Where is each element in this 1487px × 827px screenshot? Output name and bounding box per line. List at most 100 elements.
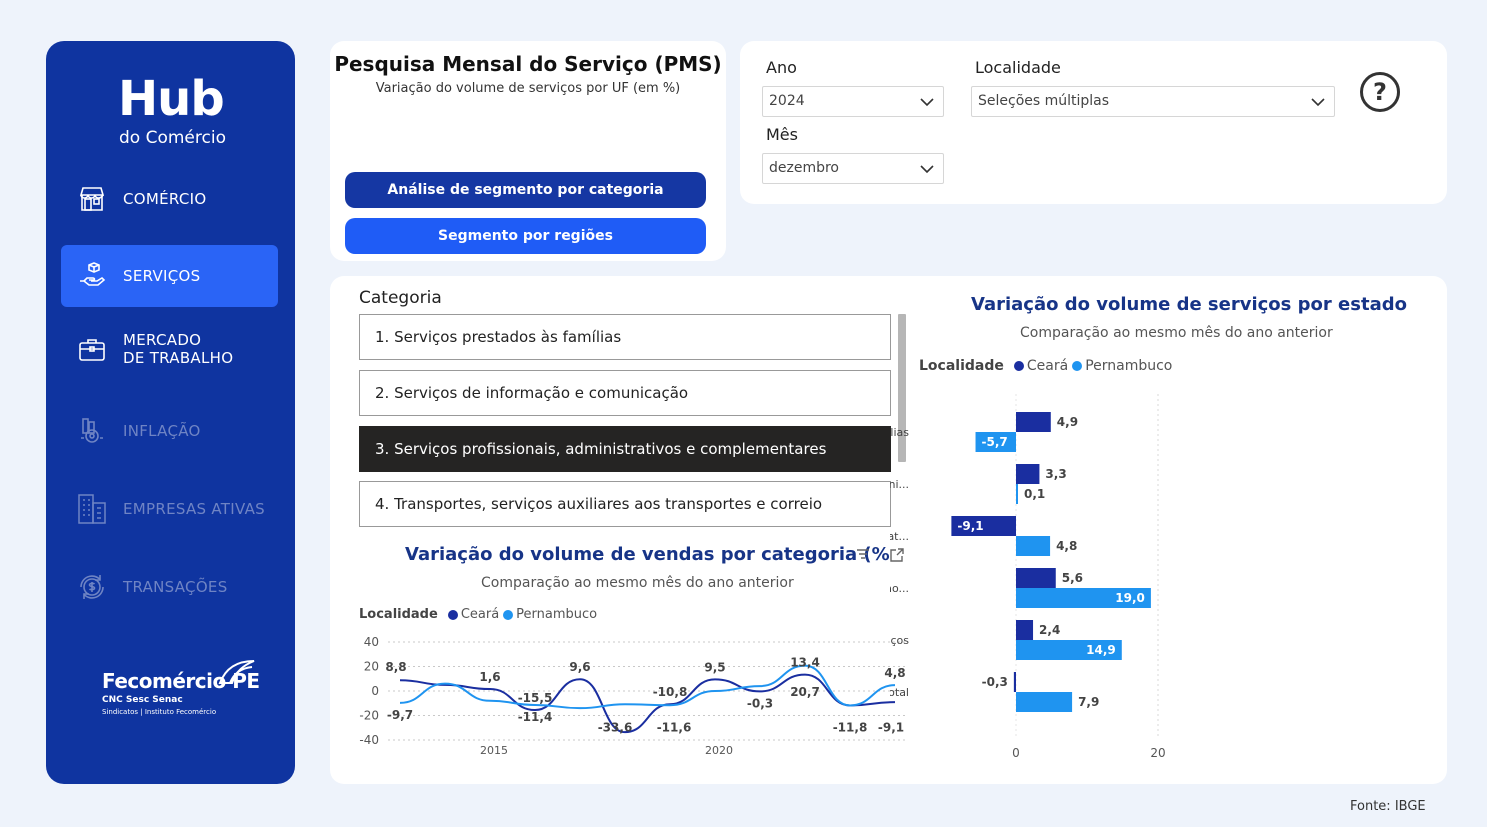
inflation-icon xyxy=(75,414,109,448)
nav-item-transacoes[interactable]: TRANSAÇÕES xyxy=(61,556,278,618)
data-label: 19,0 xyxy=(1115,591,1145,605)
data-label: 20,7 xyxy=(790,685,820,699)
mes-value: dezembro xyxy=(769,160,839,176)
help-icon[interactable]: ? xyxy=(1360,72,1400,112)
bar-ceara[interactable] xyxy=(1013,672,1016,692)
legend-dot-ceara xyxy=(447,609,458,620)
localidade-label: Localidade xyxy=(975,58,1061,77)
nav-label-comercio: COMÉRCIO xyxy=(123,190,207,208)
category-item[interactable]: 1. Serviços prestados às famílias xyxy=(359,314,891,360)
bar-pernambuco[interactable] xyxy=(1016,536,1051,556)
data-label: 7,9 xyxy=(1078,695,1099,709)
x-tick-label: 20 xyxy=(1150,746,1165,760)
category-label: Total xyxy=(890,686,909,699)
chevron-down-icon xyxy=(920,165,934,174)
data-label: -11,4 xyxy=(518,710,553,724)
category-item-selected[interactable]: 3. Serviços profissionais, administrativ… xyxy=(359,426,891,472)
legend-dot-pernambuco xyxy=(503,609,514,620)
logo-sub2-text: Sindicatos | Instituto Fecomércio xyxy=(102,708,217,716)
nav-item-comercio[interactable]: COMÉRCIO xyxy=(61,168,278,230)
y-tick-label: 20 xyxy=(364,660,379,674)
data-label: 4,9 xyxy=(1057,415,1078,429)
bar-pernambuco[interactable] xyxy=(1016,484,1018,504)
legend-pernambuco[interactable]: Pernambuco xyxy=(1085,358,1172,374)
legend-ceara[interactable]: Ceará xyxy=(1027,358,1068,374)
bar-ceara[interactable] xyxy=(1016,412,1051,432)
localidade-select[interactable]: Seleções múltiplas xyxy=(971,86,1335,117)
hub-title: Hub xyxy=(118,71,225,127)
bar-chart-legend: Localidade Ceará Pernambuco xyxy=(919,358,1172,374)
legend-dot-pernambuco xyxy=(1072,361,1083,371)
briefcase-icon xyxy=(75,332,109,366)
data-label: -0,3 xyxy=(747,696,773,710)
hand-box-icon xyxy=(75,259,109,293)
nav-item-servicos[interactable]: SERVIÇOS xyxy=(61,245,278,307)
nav-label-transacoes: TRANSAÇÕES xyxy=(123,578,228,596)
data-label: -10,8 xyxy=(653,685,688,699)
data-label: 8,8 xyxy=(385,660,406,674)
data-label: 9,5 xyxy=(704,660,725,674)
data-label: -9,7 xyxy=(387,708,413,722)
legend-title: Localidade xyxy=(359,607,438,622)
data-label: -9,1 xyxy=(957,519,983,533)
category-label: 3. Serviços profissionais, administrat..… xyxy=(890,530,909,543)
filter-icon[interactable] xyxy=(855,547,871,563)
data-label: -5,7 xyxy=(982,435,1008,449)
y-tick-label: 0 xyxy=(371,684,379,698)
chevron-down-icon xyxy=(920,98,934,107)
filter-card: Ano 2024 Mês dezembro Localidade Seleçõe… xyxy=(740,41,1447,204)
bar-ceara[interactable] xyxy=(1016,568,1056,588)
category-label: 5. Outros serviços xyxy=(890,634,909,647)
bar-ceara[interactable] xyxy=(1016,464,1040,484)
regions-segment-button[interactable]: Segmento por regiões xyxy=(345,218,706,254)
category-label: 4. Transportes, serviços auxiliares ao..… xyxy=(890,582,909,595)
data-label: 2,4 xyxy=(1039,623,1060,637)
nav-item-empresas-ativas[interactable]: EMPRESAS ATIVAS xyxy=(61,478,278,540)
data-label: 14,9 xyxy=(1086,643,1116,657)
series-line-ceara[interactable] xyxy=(399,673,896,734)
y-tick-label: -20 xyxy=(359,709,379,723)
buildings-icon xyxy=(75,492,109,526)
sidebar: Hub do Comércio COMÉRCIO SERVIÇOS MERCAD… xyxy=(46,41,295,784)
page-title: Pesquisa Mensal do Serviço (PMS) xyxy=(334,52,722,76)
fecomercio-logo: Fecomércio PE CNC Sesc Senac Sindicatos … xyxy=(102,660,260,716)
data-label: 0,1 xyxy=(1024,487,1045,501)
mes-label: Mês xyxy=(766,125,798,144)
data-label: -11,6 xyxy=(657,721,692,735)
legend-ceara[interactable]: Ceará xyxy=(461,607,499,622)
line-chart-legend: Localidade Ceará Pernambuco xyxy=(359,607,597,622)
line-chart: 40 20 0 -20 -40 2015 2020 8,8 1,6 -15,5 9,6 -10,8 9,… xyxy=(359,635,905,757)
x-tick-label: 2020 xyxy=(705,744,733,757)
title-card: Pesquisa Mensal do Serviço (PMS) Variaçã… xyxy=(330,41,726,261)
nav-item-mercado-trabalho[interactable]: MERCADO DE TRABALHO xyxy=(61,318,278,380)
legend-pernambuco[interactable]: Pernambuco xyxy=(516,607,597,622)
money-cycle-icon xyxy=(75,570,109,604)
store-icon xyxy=(75,182,109,216)
legend-dot-ceara xyxy=(1013,361,1024,371)
category-item[interactable]: 4. Transportes, serviços auxiliares aos … xyxy=(359,481,891,527)
bar-ceara[interactable] xyxy=(1016,620,1034,640)
bar-pernambuco[interactable] xyxy=(1016,692,1073,712)
y-tick-label: 40 xyxy=(364,635,379,649)
data-label: 4,8 xyxy=(1056,539,1077,553)
ano-select[interactable]: 2024 xyxy=(762,86,944,117)
line-chart-subtitle: Comparação ao mesmo mês do ano anterior xyxy=(481,575,794,591)
data-label: -0,3 xyxy=(982,675,1008,689)
y-tick-label: -40 xyxy=(359,733,379,747)
nav-label-mercado-line2: DE TRABALHO xyxy=(123,349,234,367)
ano-label: Ano xyxy=(766,58,797,77)
x-tick-label: 2015 xyxy=(480,744,508,757)
nav-item-inflacao[interactable]: INFLAÇÃO xyxy=(61,400,278,462)
category-analysis-button[interactable]: Análise de segmento por categoria xyxy=(345,172,706,208)
data-label: -33,6 xyxy=(598,721,633,735)
mes-select[interactable]: dezembro xyxy=(762,153,944,184)
hub-subtitle: do Comércio xyxy=(119,128,226,148)
bar-chart-subtitle: Comparação ao mesmo mês do ano anterior xyxy=(1020,325,1333,341)
category-item[interactable]: 2. Serviços de informação e comunicação xyxy=(359,370,891,416)
series-line-pernambuco[interactable] xyxy=(399,664,896,710)
data-label: 5,6 xyxy=(1062,571,1083,585)
line-chart-title: Variação do volume de vendas por categor… xyxy=(405,544,890,565)
page-subtitle: Variação do volume de serviços por UF (e… xyxy=(375,81,681,96)
bar-chart-title: Variação do volume de serviços por estad… xyxy=(971,294,1407,315)
data-label: 13,4 xyxy=(790,656,820,670)
